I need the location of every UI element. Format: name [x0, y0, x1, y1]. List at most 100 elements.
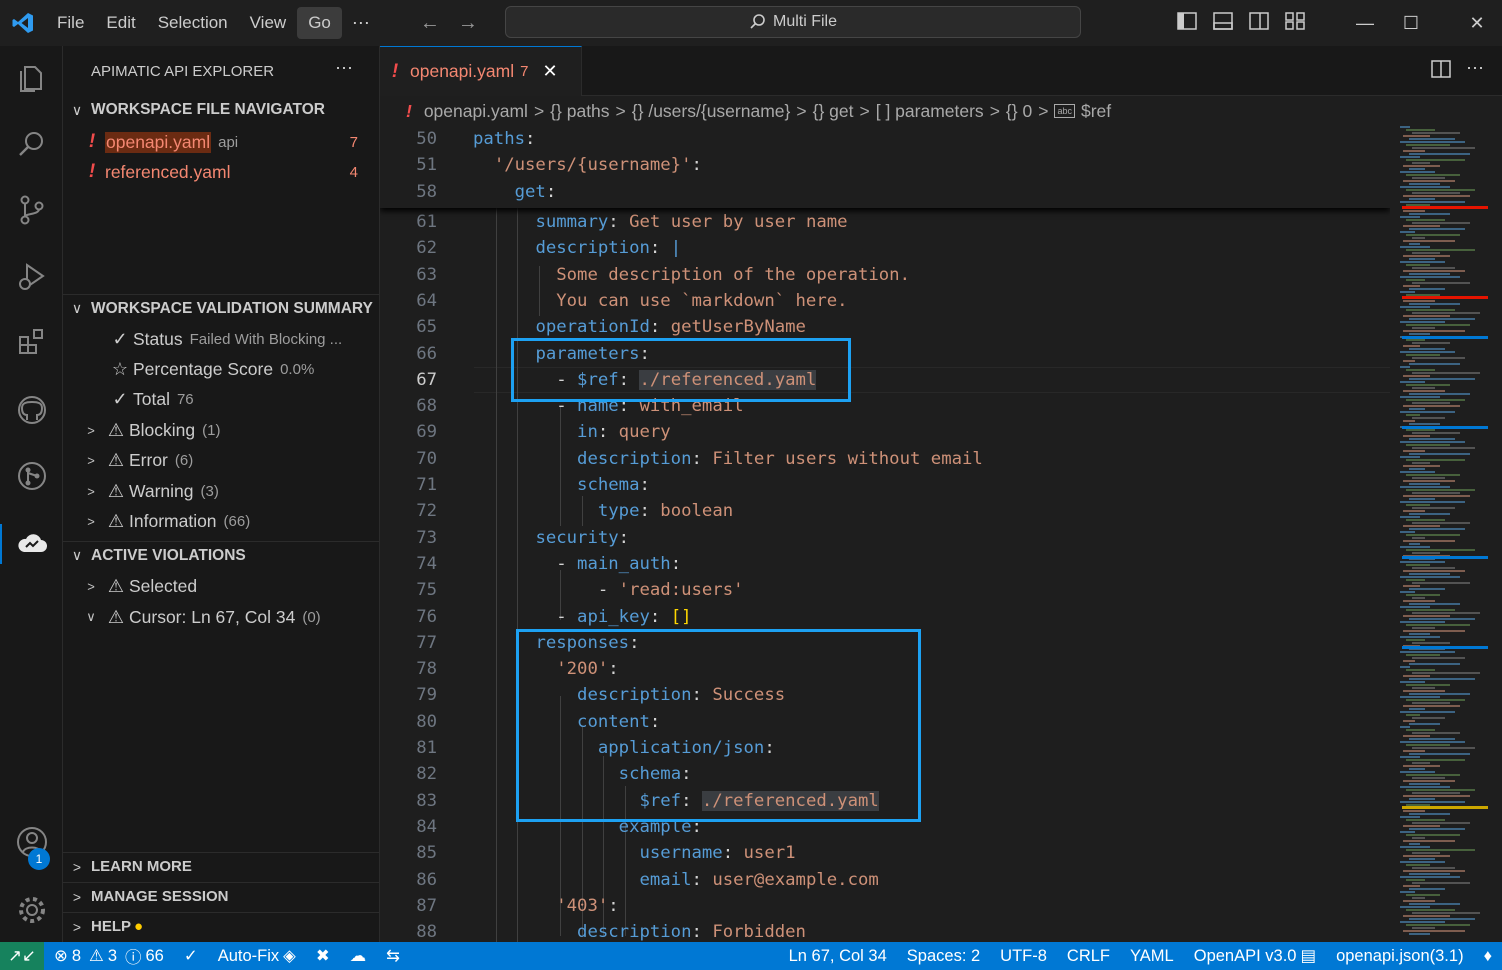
code-line[interactable]: 88 description: Forbidden — [380, 919, 1390, 942]
customize-layout-icon[interactable] — [1284, 10, 1306, 32]
section-learn-more[interactable]: > LEARN MORE — [63, 852, 380, 880]
section-validation-summary[interactable]: ∨ WORKSPACE VALIDATION SUMMARY — [63, 294, 380, 322]
source-control-icon[interactable] — [0, 180, 63, 240]
code-line[interactable]: 61 summary: Get user by user name — [380, 209, 1390, 235]
file-item-openapi[interactable]: ! openapi.yaml api 7 — [63, 127, 380, 157]
violations-cursor[interactable]: ∨ ⚠ Cursor: Ln 67, Col 34 (0) — [63, 602, 380, 632]
code-token: : — [639, 501, 661, 522]
notifications-bell-icon[interactable]: ♦ — [1474, 947, 1502, 966]
run-debug-icon[interactable] — [0, 246, 63, 306]
breadcrumb-item[interactable]: {} get — [813, 101, 854, 121]
code-token: api_key — [577, 606, 650, 627]
line-text: email: user@example.com — [473, 867, 878, 893]
section-file-navigator[interactable]: ∨ WORKSPACE FILE NAVIGATOR — [63, 96, 380, 124]
problems-indicator[interactable]: ⊗ 8 ⚠ 3 ⓘ 66 — [44, 944, 174, 968]
close-window-icon[interactable]: ✕ — [1454, 0, 1500, 46]
extensions-icon[interactable] — [0, 312, 63, 372]
validation-group-error[interactable]: > ⚠ Error (6) — [63, 446, 380, 476]
explorer-icon[interactable] — [0, 48, 63, 108]
menu-more-icon[interactable]: ⋯ — [342, 13, 380, 34]
code-line[interactable]: 50 paths: — [380, 126, 1390, 152]
code-line[interactable]: 73 security: — [380, 525, 1390, 551]
menu-view[interactable]: View — [239, 7, 298, 39]
code-line[interactable]: 70 description: Filter users without ema… — [380, 446, 1390, 472]
menu-selection[interactable]: Selection — [147, 7, 239, 39]
validation-group-blocking[interactable]: > ⚠ Blocking (1) — [63, 415, 380, 445]
warning-icon: ⚠ — [107, 419, 125, 440]
code-line[interactable]: 75 - 'read:users' — [380, 577, 1390, 603]
warning-icon: ⚠ — [107, 480, 125, 501]
code-line[interactable]: 71 schema: — [380, 472, 1390, 498]
chevron-right-icon: > — [87, 514, 95, 529]
code-line[interactable]: 62 description: | — [380, 235, 1390, 261]
git-graph-icon[interactable] — [0, 446, 63, 506]
menu-file[interactable]: File — [46, 7, 95, 39]
sync-arrows-icon[interactable]: ⇆ — [376, 946, 410, 966]
breadcrumb-item[interactable]: [ ] parameters — [876, 101, 984, 121]
code-line[interactable]: 74 - main_auth: — [380, 551, 1390, 577]
chevron-right-icon: > — [87, 422, 95, 438]
language-mode[interactable]: YAML — [1120, 947, 1184, 966]
sidebar-more-icon[interactable]: ⋯ — [335, 58, 353, 79]
json-schema[interactable]: openapi.json(3.1) — [1326, 947, 1474, 966]
breadcrumb-item[interactable]: {} /users/{username} — [632, 101, 791, 121]
toggle-panel-icon[interactable] — [1212, 10, 1234, 32]
validation-group-warning[interactable]: > ⚠ Warning (3) — [63, 476, 380, 506]
menu-go[interactable]: Go — [297, 7, 342, 39]
toggle-primary-sidebar-icon[interactable] — [1176, 10, 1198, 32]
code-line[interactable]: 64 You can use `markdown` here. — [380, 288, 1390, 314]
minimap[interactable] — [1390, 126, 1502, 942]
minimize-icon[interactable]: — — [1342, 0, 1388, 46]
close-icon[interactable]: ✕ — [542, 61, 557, 82]
section-help[interactable]: > HELP ● — [63, 912, 380, 940]
breadcrumb-item[interactable]: {} paths — [550, 101, 609, 121]
file-item-referenced[interactable]: ! referenced.yaml 4 — [63, 157, 380, 187]
command-center-search[interactable]: Multi File — [505, 6, 1081, 38]
code-line[interactable]: 86 email: user@example.com — [380, 867, 1390, 893]
menu-edit[interactable]: Edit — [95, 7, 146, 39]
encoding[interactable]: UTF-8 — [990, 947, 1057, 966]
line-number: 66 — [416, 343, 437, 364]
github-icon[interactable] — [0, 380, 63, 440]
code-line[interactable]: 65 operationId: getUserByName — [380, 314, 1390, 340]
end-of-line[interactable]: CRLF — [1057, 947, 1120, 966]
tab-openapi-yaml[interactable]: ! openapi.yaml 7 ✕ — [380, 46, 582, 96]
code-editor[interactable]: 50 paths: 51 '/users/{username}': 58 get: 6… — [380, 126, 1390, 942]
search-icon[interactable] — [0, 114, 63, 174]
tools-icon[interactable]: ✖ — [306, 946, 340, 966]
more-actions-icon[interactable]: ⋯ — [1466, 58, 1484, 79]
auto-fix-button[interactable]: Auto-Fix ◈ — [208, 946, 306, 966]
section-active-violations[interactable]: ∨ ACTIVE VIOLATIONS — [63, 541, 380, 569]
cloud-upload-icon[interactable]: ☁ — [340, 946, 377, 966]
check-icon[interactable]: ✓ — [174, 946, 208, 966]
validation-group-information[interactable]: > ⚠ Information (66) — [63, 507, 380, 537]
forward-arrow-icon[interactable]: → — [458, 12, 478, 35]
code-line[interactable]: 87 '403': — [380, 893, 1390, 919]
breadcrumb-item[interactable]: {} 0 — [1006, 101, 1032, 121]
section-manage-session[interactable]: > MANAGE SESSION — [63, 882, 380, 910]
code-line[interactable]: 85 username: user1 — [380, 840, 1390, 866]
code-token: : — [691, 155, 702, 176]
indentation[interactable]: Spaces: 2 — [897, 947, 990, 966]
sticky-scroll[interactable]: 50 paths: 51 '/users/{username}': 58 get: — [380, 126, 1390, 208]
code-line[interactable]: 72 type: boolean — [380, 498, 1390, 524]
code-line[interactable]: 58 get: — [380, 179, 1390, 205]
breadcrumb-last[interactable]: $ref — [1081, 101, 1111, 122]
apimatic-cloud-icon[interactable] — [0, 514, 63, 574]
code-line[interactable]: 69 in: query — [380, 419, 1390, 445]
code-line[interactable]: 51 '/users/{username}': — [380, 152, 1390, 178]
back-arrow-icon[interactable]: ← — [420, 12, 440, 35]
violations-selected[interactable]: > ⚠ Selected — [63, 571, 380, 601]
accounts-icon[interactable]: 1 — [0, 812, 63, 872]
cursor-position[interactable]: Ln 67, Col 34 — [779, 947, 897, 966]
remote-indicator-icon[interactable]: ↗↙ — [0, 942, 44, 970]
openapi-version[interactable]: OpenAPI v3.0 ▤ — [1184, 946, 1326, 966]
code-line[interactable]: 76 - api_key: [] — [380, 604, 1390, 630]
maximize-icon[interactable]: ☐ — [1388, 0, 1434, 46]
breadcrumb-file[interactable]: openapi.yaml — [424, 101, 528, 122]
code-line[interactable]: 63 Some description of the operation. — [380, 262, 1390, 288]
settings-gear-icon[interactable] — [0, 880, 63, 940]
toggle-secondary-sidebar-icon[interactable] — [1248, 10, 1270, 32]
split-editor-icon[interactable] — [1430, 58, 1452, 83]
